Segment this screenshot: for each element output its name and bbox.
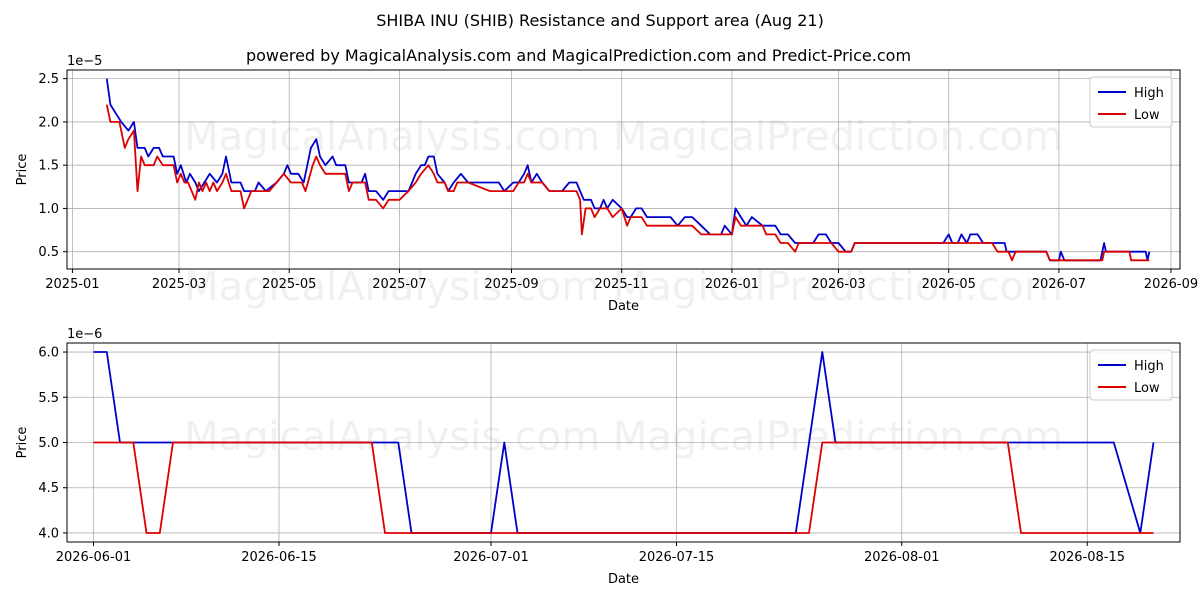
grid: [67, 70, 1180, 269]
chart-figure: SHIBA INU (SHIB) Resistance and Support …: [15, 11, 1198, 587]
x-tick-label: 2026-07-15: [639, 550, 715, 565]
x-tick-label: 2025-05: [262, 277, 316, 292]
watermark: MagicalAnalysis.com MagicalPrediction.co…: [184, 414, 1063, 460]
x-axis-label: Date: [608, 299, 639, 314]
x-tick-label: 2026-07: [1032, 277, 1086, 292]
legend-label-low: Low: [1134, 381, 1160, 396]
x-tick-label: 2026-01: [705, 277, 759, 292]
x-tick-label: 2026-06-15: [241, 550, 317, 565]
x-tick-label: 2026-09: [1144, 277, 1198, 292]
y-tick-label: 5.5: [38, 391, 59, 406]
legend-label-low: Low: [1134, 108, 1160, 123]
x-tick-label: 2026-08-15: [1049, 550, 1125, 565]
y-tick-label: 4.0: [38, 526, 59, 541]
x-tick-label: 2025-11: [595, 277, 649, 292]
y-tick-label: 2.0: [38, 115, 59, 130]
x-axis-label: Date: [608, 572, 639, 587]
chart-panel-2: MagicalAnalysis.com MagicalPrediction.co…: [15, 327, 1181, 587]
legend: High Low: [1089, 76, 1173, 128]
legend-box: [1089, 349, 1173, 401]
x-tick-label: 2026-08-01: [864, 550, 940, 565]
legend-label-high: High: [1134, 359, 1164, 374]
y-tick-label: 6.0: [38, 346, 59, 361]
x-tick-label: 2025-07: [372, 277, 426, 292]
figure-title: SHIBA INU (SHIB) Resistance and Support …: [376, 11, 824, 30]
y-axis-label: Price: [15, 154, 30, 186]
legend-box: [1089, 76, 1173, 128]
y-tick-label: 2.5: [38, 72, 59, 87]
x-tick-label: 2026-05: [922, 277, 976, 292]
x-tick-label: 2026-07-01: [453, 550, 529, 565]
chart-panel-1: MagicalAnalysis.com MagicalPrediction.co…: [15, 46, 1198, 314]
x-tick-label: 2025-01: [45, 277, 99, 292]
y-tick-label: 4.5: [38, 481, 59, 496]
series-line-high: [105, 78, 1151, 262]
y-tick-label: 1.5: [38, 159, 59, 174]
x-tick-label: 2025-09: [484, 277, 538, 292]
legend-label-high: High: [1134, 86, 1164, 101]
y-tick-label: 0.5: [38, 245, 59, 260]
axis-offset-text: 1e−5: [67, 54, 102, 69]
panel-title: powered by MagicalAnalysis.com and Magic…: [246, 46, 911, 65]
y-tick-label: 1.0: [38, 202, 59, 217]
axis-offset-text: 1e−6: [67, 327, 102, 342]
y-axis-label: Price: [15, 427, 30, 459]
x-tick-label: 2025-03: [152, 277, 206, 292]
y-tick-label: 5.0: [38, 436, 59, 451]
legend: High Low: [1089, 349, 1173, 401]
x-tick-label: 2026-03: [811, 277, 865, 292]
x-tick-label: 2026-06-01: [56, 550, 132, 565]
watermark: MagicalAnalysis.com MagicalPrediction.co…: [184, 114, 1063, 160]
axes-frame: [66, 69, 1181, 270]
